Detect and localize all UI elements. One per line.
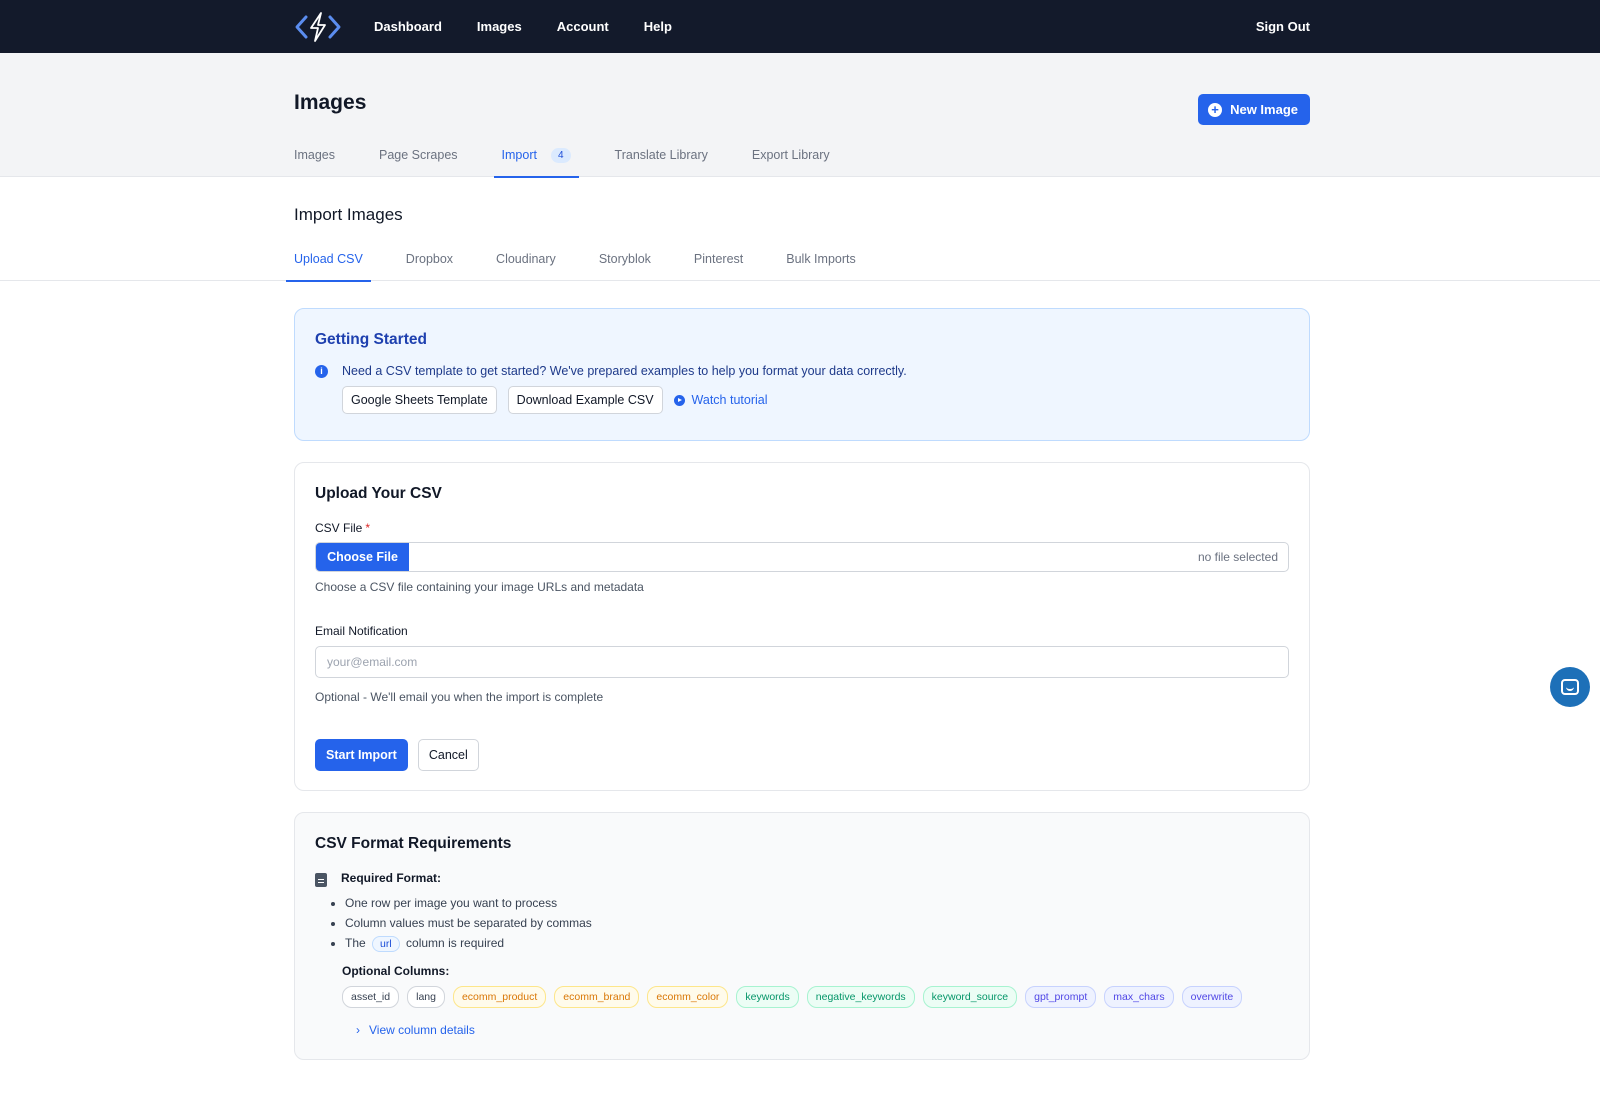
- email-help: Optional - We'll email you when the impo…: [315, 690, 604, 704]
- play-icon: [673, 394, 685, 406]
- tab-import[interactable]: Import 4: [493, 133, 579, 178]
- required-format-list: One row per image you want to process Co…: [345, 896, 1289, 952]
- main-tabs: Images Page Scrapes Import 4 Translate Li…: [294, 133, 874, 178]
- chat-widget-button[interactable]: [1550, 667, 1590, 707]
- csv-file-label: CSV File *: [315, 521, 1289, 535]
- chat-icon: [1561, 679, 1579, 695]
- subtab-pinterest[interactable]: Pinterest: [694, 237, 743, 281]
- column-pill: keywords: [736, 986, 799, 1008]
- main-content: Getting Started i Need a CSV template to…: [294, 308, 1310, 1060]
- csv-file-help: Choose a CSV file containing your image …: [315, 580, 644, 594]
- getting-started-info: i Need a CSV template to get started? We…: [315, 364, 1289, 378]
- page-header-inner: Images + New Image Images Page Scrapes I…: [294, 53, 1310, 178]
- import-header: Import Images Upload CSV Dropbox Cloudin…: [0, 177, 1600, 282]
- required-format-title: Required Format:: [341, 871, 442, 885]
- column-pill: ecomm_color: [647, 986, 729, 1008]
- getting-started-card: Getting Started i Need a CSV template to…: [294, 308, 1310, 441]
- tab-export-library[interactable]: Export Library: [752, 133, 830, 177]
- nav-account[interactable]: Account: [557, 19, 609, 34]
- google-sheets-template-button[interactable]: Google Sheets Template: [342, 386, 497, 414]
- tab-export-library-label: Export Library: [751, 148, 830, 162]
- column-pill: keyword_source: [922, 986, 1018, 1008]
- new-image-label: New Image: [1230, 102, 1298, 117]
- optional-columns-title: Optional Columns:: [342, 964, 450, 978]
- tab-page-scrapes-label: Page Scrapes: [379, 148, 458, 162]
- column-pill: ecomm_product: [452, 986, 547, 1008]
- import-header-inner: Import Images Upload CSV Dropbox Cloudin…: [286, 177, 1310, 282]
- list-item: One row per image you want to process: [345, 896, 1289, 910]
- column-pill: gpt_prompt: [1025, 986, 1097, 1008]
- column-pill: asset_id: [342, 986, 400, 1008]
- getting-started-text: Need a CSV template to get started? We'v…: [342, 364, 907, 378]
- csv-file-input[interactable]: Choose File no file selected: [315, 542, 1289, 572]
- plus-circle-icon: +: [1208, 102, 1223, 117]
- watch-tutorial-link[interactable]: Watch tutorial: [673, 393, 768, 407]
- subtab-upload-csv[interactable]: Upload CSV: [286, 237, 371, 282]
- required-format-row: Required Format:: [315, 871, 1289, 887]
- watch-tutorial-label: Watch tutorial: [691, 393, 768, 407]
- getting-started-actions: Google Sheets Template Download Example …: [342, 386, 1289, 414]
- column-pill: negative_keywords: [806, 986, 915, 1008]
- chevron-right-icon: ›: [356, 1023, 360, 1037]
- column-pill: ecomm_brand: [554, 986, 640, 1008]
- column-pill: lang: [407, 986, 445, 1008]
- main-nav: Dashboard Images Account Help: [374, 19, 707, 34]
- email-input[interactable]: [315, 646, 1289, 678]
- tab-import-label: Import: [501, 148, 537, 162]
- import-source-tabs: Upload CSV Dropbox Cloudinary Storyblok …: [286, 237, 899, 282]
- subtab-bulk-imports[interactable]: Bulk Imports: [786, 237, 855, 281]
- document-icon: [315, 873, 327, 887]
- subtab-cloudinary[interactable]: Cloudinary: [496, 237, 556, 281]
- nav-help[interactable]: Help: [644, 19, 672, 34]
- download-example-csv-button[interactable]: Download Example CSV: [507, 386, 663, 414]
- view-column-details-label: View column details: [369, 1023, 475, 1037]
- subtab-storyblok[interactable]: Storyblok: [599, 237, 651, 281]
- optional-columns-list: asset_id lang ecomm_product ecomm_brand …: [342, 986, 1289, 1008]
- tab-images[interactable]: Images: [294, 133, 335, 177]
- csv-file-label-text: CSV File: [315, 521, 363, 535]
- tab-translate-library-label: Translate Library: [614, 148, 708, 162]
- import-title: Import Images: [294, 205, 403, 224]
- upload-actions: Start Import Cancel: [315, 739, 1289, 771]
- column-pill: overwrite: [1181, 986, 1243, 1008]
- import-count-badge: 4: [550, 147, 571, 163]
- cancel-button[interactable]: Cancel: [417, 739, 479, 771]
- upload-csv-title: Upload Your CSV: [315, 485, 442, 502]
- csv-format-title: CSV Format Requirements: [315, 835, 512, 852]
- top-navbar-inner: Dashboard Images Account Help Sign Out: [294, 10, 1310, 44]
- bullet-text-pre: The: [345, 936, 366, 950]
- logo-icon[interactable]: [294, 10, 342, 44]
- top-navbar: Dashboard Images Account Help Sign Out: [0, 0, 1600, 53]
- new-image-button[interactable]: + New Image: [1198, 94, 1310, 125]
- page-title: Images: [294, 91, 367, 114]
- page-header: Images + New Image Images Page Scrapes I…: [0, 53, 1600, 178]
- nav-images[interactable]: Images: [477, 19, 522, 34]
- info-icon: i: [315, 364, 328, 378]
- sign-out-link[interactable]: Sign Out: [1256, 19, 1310, 34]
- required-mark: *: [365, 521, 371, 535]
- nav-dashboard[interactable]: Dashboard: [374, 19, 442, 34]
- view-column-details-link[interactable]: › View column details: [356, 1023, 1289, 1037]
- choose-file-button[interactable]: Choose File: [316, 543, 409, 571]
- tab-translate-library[interactable]: Translate Library: [615, 133, 708, 177]
- start-import-button[interactable]: Start Import: [315, 739, 408, 771]
- csv-format-card: CSV Format Requirements Required Format:…: [294, 812, 1310, 1060]
- tab-images-label: Images: [294, 148, 335, 162]
- tab-page-scrapes[interactable]: Page Scrapes: [379, 133, 458, 177]
- url-code-pill: url: [372, 936, 400, 952]
- column-pill: max_chars: [1104, 986, 1174, 1008]
- list-item: The url column is required: [345, 936, 1289, 952]
- email-notification-label: Email Notification: [315, 624, 408, 638]
- bullet-text-post: column is required: [406, 936, 505, 950]
- upload-csv-card: Upload Your CSV CSV File * Choose File no…: [294, 462, 1310, 791]
- file-status-text: no file selected: [1197, 550, 1278, 564]
- list-item: Column values must be separated by comma…: [345, 916, 1289, 930]
- subtab-dropbox[interactable]: Dropbox: [406, 237, 453, 281]
- getting-started-title: Getting Started: [315, 331, 427, 348]
